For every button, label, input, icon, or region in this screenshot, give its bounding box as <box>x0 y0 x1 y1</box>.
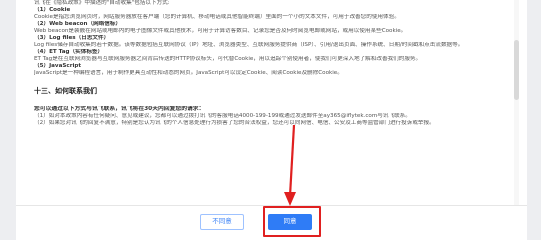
section-13-heading: 十三、如何联系我们 <box>34 87 97 95</box>
web-beacon-text: Web beacon是装嵌在网站或电邮内的电子图像文件或其他技术，可用于计算访客… <box>34 28 407 34</box>
contact-item-2: （2）如果您对讯飞的回复不满意，特别是您认为讯飞的个人信息处理行为损害了您的合法… <box>34 120 435 126</box>
scrollbar-track[interactable] <box>514 0 519 205</box>
privacy-policy-dialog: 讯飞在《隐私政策》中描述的"自动收集"包括以下方式: （1）Cookie Coo… <box>16 0 527 240</box>
intro-text: 讯飞在《隐私政策》中描述的"自动收集"包括以下方式: <box>34 0 170 6</box>
scrollbar-thumb[interactable] <box>514 40 519 100</box>
contact-lead: 您可以通过以下方式与讯飞联系，讯飞将在30天内回复您的请求： <box>34 106 205 112</box>
policy-content: 讯飞在《隐私政策》中描述的"自动收集"包括以下方式: （1）Cookie Coo… <box>34 0 504 208</box>
log-files-text: Log files储存自动收集的若干数据。该等数据包括互联网协议（IP）地址、浏… <box>34 42 464 48</box>
cookie-text: Cookie是指您浏览网页时，网站服务器放在客户端（您的计算机、移动电话或其他智… <box>34 14 400 20</box>
et-tag-text: ET Tag是在互联网浏览器与互联网服务器之间背后传送的HTTP协议标头，可代替… <box>34 56 422 62</box>
right-backdrop <box>527 0 541 240</box>
et-tag-title: （4）ET Tag（实体标签） <box>34 49 104 55</box>
agree-highlight-box <box>263 206 321 237</box>
javascript-title: （5）JavaScript <box>34 63 82 69</box>
cookie-title: （1）Cookie <box>34 7 71 13</box>
disagree-button[interactable]: 不同意 <box>200 214 244 230</box>
web-beacon-title: （2）Web beacon（网络信标） <box>34 21 122 27</box>
contact-item-1: （1）如对本政策内容有任何疑问、意见或建议，您都可以通过拨打讯飞的客服电话400… <box>34 113 411 119</box>
log-files-title: （3）Log files（日志文件） <box>34 35 110 41</box>
left-backdrop <box>0 0 16 240</box>
javascript-text: JavaScript是一种编程语言，用于制作更具互动性和动态的网页。JavaSc… <box>34 70 343 76</box>
